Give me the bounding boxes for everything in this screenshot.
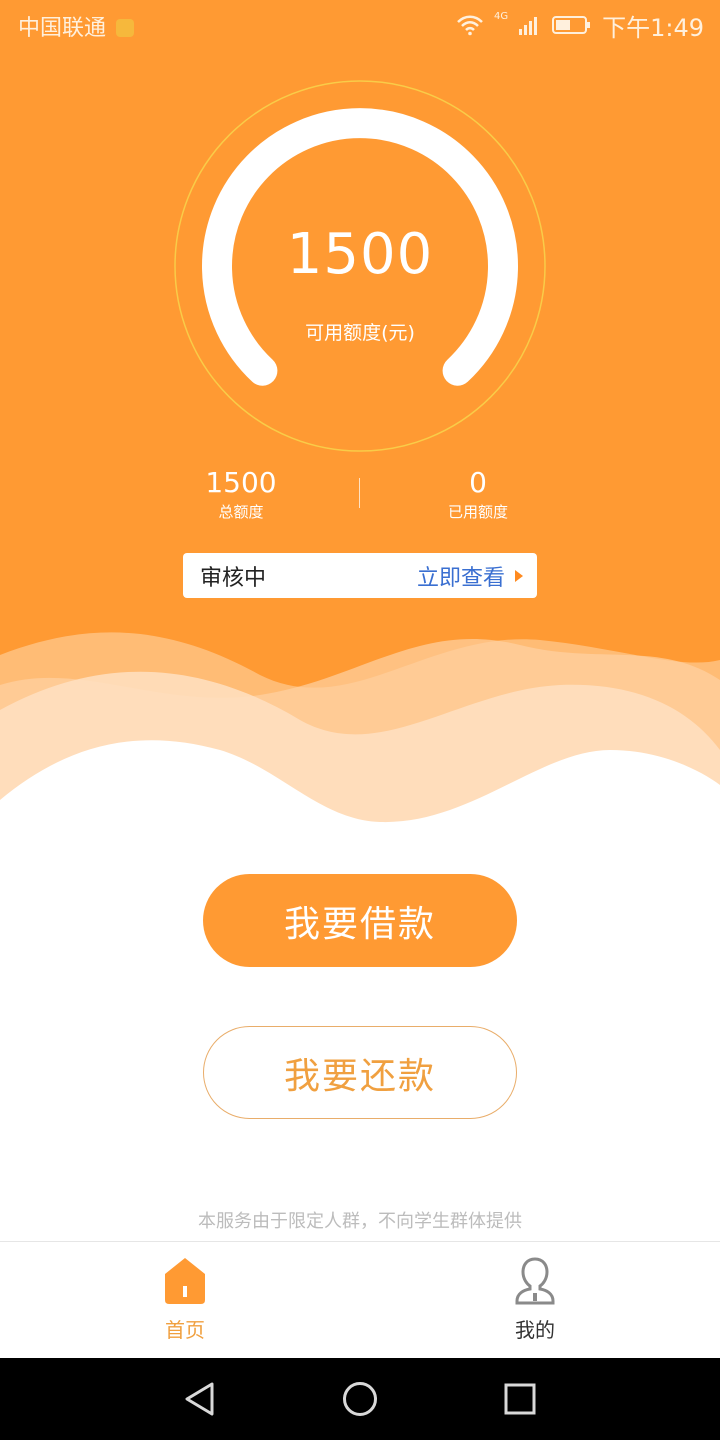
home-nav-icon[interactable]	[341, 1380, 379, 1418]
repay-button[interactable]: 我要还款	[203, 1026, 517, 1119]
signal-icon	[519, 17, 538, 35]
used-label: 已用额度	[447, 503, 508, 521]
status-time: 下午1:49	[602, 13, 704, 42]
stat-divider	[359, 478, 360, 508]
total-credit-stat: 1500 总额度	[141, 466, 341, 522]
wifi-icon	[457, 15, 483, 36]
recent-apps-icon[interactable]	[503, 1382, 537, 1416]
carrier-label: 中国联通	[18, 16, 107, 41]
carrier-badge-icon	[116, 19, 135, 37]
tab-mine[interactable]: 我的	[455, 1256, 615, 1343]
used-amount: 0	[469, 466, 487, 499]
view-now-link[interactable]: 立即查看	[417, 560, 523, 592]
tab-mine-label: 我的	[515, 1318, 555, 1342]
available-label: 可用额度(元)	[305, 322, 415, 344]
disclaimer-text: 本服务由于限定人群，不向学生群体提供	[198, 1211, 522, 1232]
arrow-right-icon	[515, 569, 523, 582]
back-icon[interactable]	[183, 1381, 217, 1417]
network-type: 4G	[493, 11, 509, 22]
total-label: 总额度	[218, 503, 264, 521]
status-icons: 4G 下午1:49	[456, 9, 704, 42]
review-status: 审核中	[200, 565, 267, 591]
user-icon	[515, 1257, 555, 1305]
bottom-tab-bar: 首页 我的	[0, 1241, 720, 1359]
battery-icon	[552, 16, 591, 34]
system-nav-bar	[0, 1358, 720, 1440]
available-amount: 1500	[286, 222, 434, 287]
tab-home-label: 首页	[165, 1318, 205, 1342]
wave-decoration	[0, 632, 720, 840]
used-credit-stat: 0 已用额度	[378, 466, 578, 522]
status-bar: 中国联通 4G 下午1:49	[0, 0, 720, 50]
carrier-name: 中国联通	[18, 10, 135, 42]
home-icon	[165, 1258, 205, 1304]
view-now-label: 立即查看	[416, 565, 505, 591]
tab-home[interactable]: 首页	[105, 1256, 265, 1343]
borrow-button[interactable]: 我要借款	[203, 874, 517, 967]
total-amount: 1500	[205, 466, 277, 499]
review-status-card[interactable]: 审核中 立即查看	[183, 553, 537, 598]
